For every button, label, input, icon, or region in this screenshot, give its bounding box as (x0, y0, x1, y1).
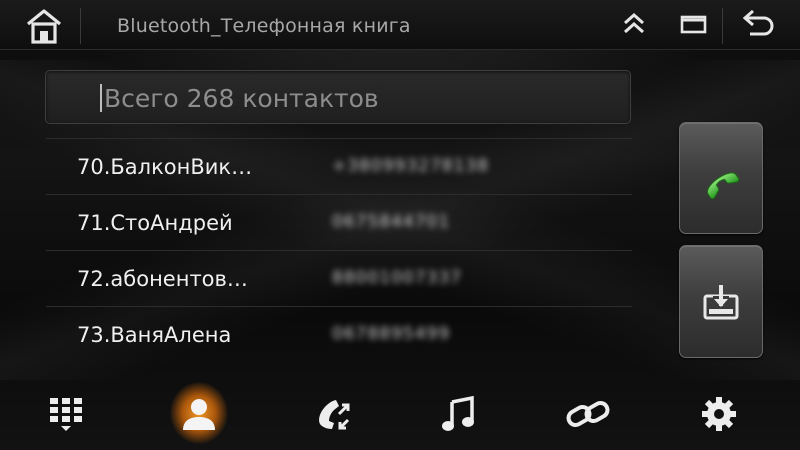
contact-number: +380993278138 (332, 156, 490, 176)
contact-name: 70.БалконВик… (77, 155, 253, 179)
call-log-icon (319, 400, 350, 430)
contacts-icon (183, 399, 215, 430)
page-title: Bluetooth_Телефонная книга (117, 15, 411, 37)
contact-row[interactable]: 73.ВаняАлена 0678895499 (46, 306, 632, 362)
back-button[interactable] (738, 4, 778, 44)
nav-music[interactable] (424, 378, 494, 450)
contact-row[interactable]: 72.абонентов… 88001007337 (46, 250, 632, 306)
collapse-button[interactable] (614, 4, 654, 44)
header-separator (722, 8, 723, 44)
nav-contacts[interactable] (164, 378, 234, 450)
chevron-double-up-icon (624, 12, 644, 34)
back-arrow-icon (742, 9, 774, 36)
settings-gear-icon (702, 397, 736, 431)
window-icon (680, 15, 707, 34)
header-separator (80, 8, 81, 44)
bottom-navigation (0, 378, 800, 450)
search-box[interactable] (45, 70, 631, 124)
nav-connections[interactable] (553, 378, 623, 450)
link-icon (566, 401, 610, 427)
nav-dialpad[interactable] (31, 378, 101, 450)
call-button[interactable] (679, 122, 763, 234)
home-button[interactable] (20, 5, 68, 47)
contact-name: 71.СтоАндрей (77, 211, 233, 235)
contact-number: 0675844701 (332, 212, 451, 232)
dialpad-icon (50, 398, 82, 431)
contact-row[interactable]: 70.БалконВик… +380993278138 (46, 138, 632, 194)
phone-call-icon (707, 172, 740, 200)
contact-row[interactable]: 71.СтоАндрей 0675844701 (46, 194, 632, 250)
contact-list[interactable]: 70.БалконВик… +380993278138 71.СтоАндрей… (46, 138, 632, 362)
nav-settings[interactable] (684, 378, 754, 450)
download-contacts-button[interactable] (679, 245, 763, 358)
contact-name: 73.ВаняАлена (77, 323, 232, 347)
home-icon (26, 9, 62, 44)
nav-call-log[interactable] (297, 378, 367, 450)
download-tray-icon (703, 284, 739, 319)
top-bar: Bluetooth_Телефонная книга (0, 0, 800, 50)
contact-name: 72.абонентов… (77, 267, 248, 291)
music-note-icon (442, 395, 474, 431)
contact-number: 0678895499 (332, 324, 451, 344)
text-cursor (100, 84, 102, 112)
contact-number: 88001007337 (332, 268, 462, 288)
window-button[interactable] (674, 4, 714, 44)
search-input[interactable] (104, 79, 604, 117)
